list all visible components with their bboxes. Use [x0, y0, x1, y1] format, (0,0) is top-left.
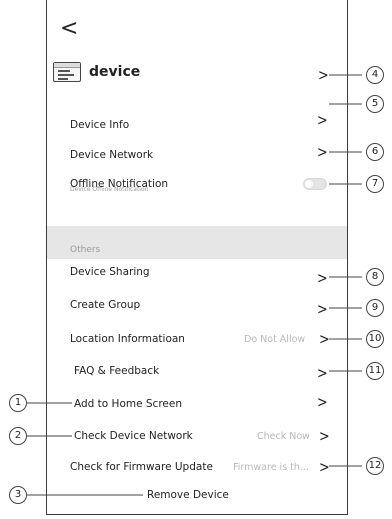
callout-9: 9 [366, 299, 384, 317]
callout-8: 8 [366, 268, 384, 286]
callout-4: 4 [366, 66, 384, 84]
callout-5: 5 [366, 95, 384, 113]
callout-3: 3 [9, 486, 27, 504]
callout-2: 2 [9, 427, 27, 445]
callout-10: 10 [366, 330, 384, 348]
callout-6: 6 [366, 143, 384, 161]
callout-1: 1 [9, 394, 27, 412]
callout-lines [27, 74, 362, 496]
callout-7: 7 [366, 175, 384, 193]
callout-12: 12 [366, 457, 384, 475]
callout-11: 11 [366, 362, 384, 380]
